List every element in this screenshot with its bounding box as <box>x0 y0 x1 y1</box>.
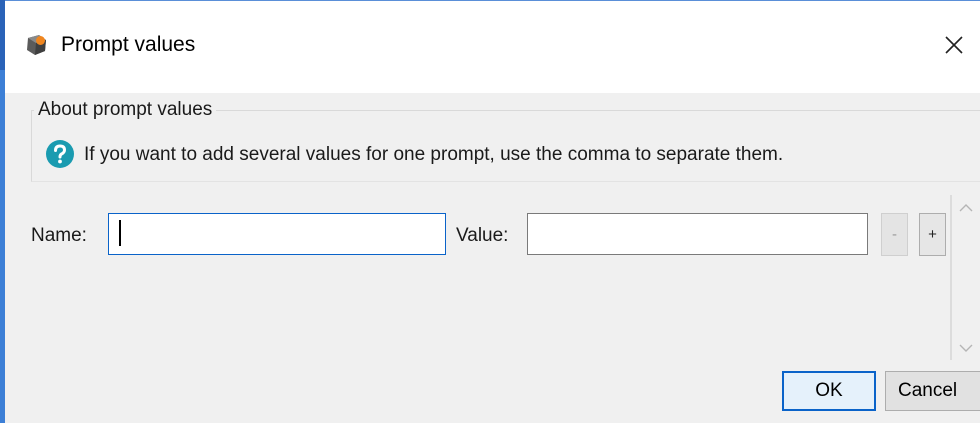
chevron-down-icon[interactable] <box>958 343 974 353</box>
app-logo-icon <box>23 32 49 58</box>
text-cursor <box>119 220 121 246</box>
window-title: Prompt values <box>61 33 196 56</box>
value-label: Value: <box>456 225 509 246</box>
about-group-title: About prompt values <box>34 97 217 123</box>
name-input[interactable] <box>108 213 446 255</box>
title-bar[interactable]: Prompt values <box>5 0 980 93</box>
add-row-button[interactable]: + <box>919 213 946 256</box>
chevron-up-icon[interactable] <box>958 203 974 213</box>
remove-row-button[interactable]: - <box>881 213 908 256</box>
cancel-button[interactable]: Cancel <box>885 371 980 411</box>
question-mark-icon <box>45 139 75 169</box>
ok-button[interactable]: OK <box>782 371 876 411</box>
close-icon <box>945 36 963 54</box>
scrollbar-track <box>950 195 952 360</box>
name-label: Name: <box>31 225 87 246</box>
vertical-scrollbar[interactable] <box>950 195 980 360</box>
about-description: If you want to add several values for on… <box>84 144 784 165</box>
value-input[interactable] <box>527 213 868 255</box>
close-button[interactable] <box>934 25 974 65</box>
